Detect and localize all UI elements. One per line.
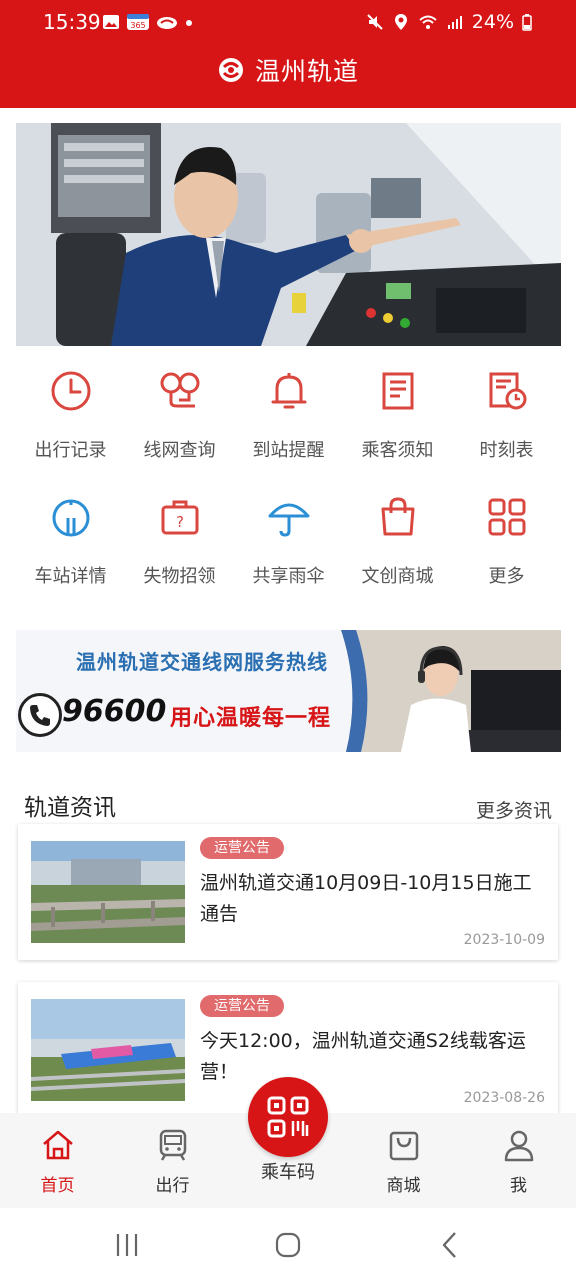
grid-label: 到站提醒 <box>252 440 325 461</box>
station-icon <box>52 499 89 537</box>
train-icon <box>159 1129 186 1161</box>
nav-label: 我 <box>510 1176 527 1196</box>
timetable-icon <box>489 372 526 410</box>
back-icon[interactable] <box>435 1230 465 1260</box>
nav-label: 出行 <box>155 1176 190 1196</box>
shopping-bag-icon <box>381 497 414 536</box>
banner-train-driver-image <box>16 123 561 346</box>
grid-label: 失物招领 <box>143 566 216 587</box>
gallery-icon <box>103 15 119 29</box>
news-date: 2023-10-09 <box>463 932 545 948</box>
wifi-icon <box>419 15 437 29</box>
hotline-number: 96600 <box>62 694 167 729</box>
more-news-link[interactable]: 更多资讯 <box>476 796 552 823</box>
grid-item-arrival-reminder[interactable]: 到站提醒 <box>234 360 343 472</box>
notification-dot-icon <box>186 20 192 26</box>
news-tag: 运营公告 <box>200 837 284 859</box>
nav-label: 商城 <box>386 1176 421 1196</box>
news-section-title: 轨道资讯 <box>24 795 116 821</box>
grid-item-station-details[interactable]: 车站详情 <box>16 486 125 598</box>
news-thumbnail <box>31 999 185 1101</box>
grid-item-network-query[interactable]: 线网查询 <box>125 360 234 472</box>
ride-qr-button[interactable] <box>248 1077 328 1157</box>
hotline-banner[interactable]: 温州轨道交通线网服务热线 96600 用心温暖每一程 <box>16 630 561 752</box>
umbrella-icon <box>268 503 309 537</box>
grid-label: 共享雨伞 <box>252 566 325 587</box>
grid-label: 文创商城 <box>361 566 434 587</box>
hero-banner[interactable] <box>16 123 561 346</box>
grid-label: 出行记录 <box>34 440 107 461</box>
grid-label: 车站详情 <box>34 566 107 587</box>
grid-item-shared-umbrella[interactable]: 共享雨伞 <box>234 486 343 598</box>
grid-item-lost-found[interactable]: ? 失物招领 <box>125 486 234 598</box>
home-button-icon[interactable] <box>273 1230 303 1260</box>
grid-item-creative-mall[interactable]: 文创商城 <box>343 486 452 598</box>
status-bar: 15:39 365 24% <box>0 0 576 48</box>
qr-code-icon <box>267 1096 309 1138</box>
hotline-slogan: 用心温暖每一程 <box>170 706 332 731</box>
clock-icon <box>51 371 90 411</box>
nav-travel[interactable]: 出行 <box>115 1113 230 1208</box>
grid-label: 线网查询 <box>143 440 216 461</box>
signal-icon <box>447 16 462 29</box>
train-photo <box>31 999 185 1101</box>
phone-icon <box>18 693 62 737</box>
wenzhou-metro-logo-icon <box>218 58 243 82</box>
mute-icon <box>367 14 383 30</box>
grid-item-passenger-notice[interactable]: 乘客须知 <box>343 360 452 472</box>
svg-text:365: 365 <box>130 21 145 30</box>
grid-label: 时刻表 <box>479 440 534 461</box>
calendar-app-icon: 365 <box>127 14 149 30</box>
nav-profile[interactable]: 我 <box>461 1113 576 1208</box>
nav-home[interactable]: 首页 <box>0 1113 115 1208</box>
grid-label: 乘客须知 <box>361 440 434 461</box>
location-icon <box>394 14 407 30</box>
news-title: 温州轨道交通10月09日-10月15日施工通告 <box>200 872 532 925</box>
news-title: 今天12:00，温州轨道交通S2线载客运营！ <box>200 1030 526 1083</box>
nav-mall[interactable]: 商城 <box>346 1113 461 1208</box>
news-card[interactable]: 运营公告 温州轨道交通10月09日-10月15日施工通告 2023-10-09 <box>18 824 558 960</box>
ride-qr-label: 乘车码 <box>261 1162 315 1183</box>
system-navigation-bar <box>0 1208 576 1280</box>
more-grid-icon <box>488 498 525 536</box>
app-header: 温州轨道 <box>0 50 576 90</box>
news-thumbnail <box>31 841 185 943</box>
recent-apps-icon[interactable] <box>112 1230 142 1260</box>
bell-icon <box>271 373 306 409</box>
function-grid: 出行记录 线网查询 到站提醒 乘客须知 时刻表 车站详情 ? 失物招领 共享雨伞… <box>16 360 561 598</box>
lost-found-bag-icon: ? <box>161 500 198 535</box>
grid-item-timetable[interactable]: 时刻表 <box>452 360 561 472</box>
status-time: 15:39 <box>43 10 101 34</box>
grid-label: 更多 <box>488 566 525 587</box>
news-date: 2023-08-26 <box>463 1090 545 1106</box>
status-right-icons: 24% <box>366 11 532 33</box>
notice-document-icon <box>382 372 413 410</box>
cloud-app-icon <box>157 17 177 29</box>
nav-label: 首页 <box>40 1176 75 1196</box>
route-map-icon <box>160 372 199 408</box>
app-title: 温州轨道 <box>254 57 359 86</box>
battery-level: 24% <box>471 11 514 33</box>
construction-photo <box>31 841 185 943</box>
top-bar: 15:39 365 24% 温州轨道 <box>0 0 576 108</box>
app-screen: 15:39 365 24% 温州轨道 出行记录 线网查询 到站提醒 乘客须知 时… <box>0 0 576 1280</box>
grid-item-more[interactable]: 更多 <box>452 486 561 598</box>
hotline-headline: 温州轨道交通线网服务热线 <box>76 650 328 674</box>
news-tag: 运营公告 <box>200 995 284 1017</box>
home-icon <box>42 1130 73 1160</box>
status-left-icons: 365 <box>102 13 194 31</box>
user-icon <box>504 1130 533 1162</box>
shop-bag-icon <box>389 1131 418 1161</box>
svg-text:?: ? <box>176 513 184 531</box>
battery-icon <box>522 14 532 31</box>
grid-item-travel-records[interactable]: 出行记录 <box>16 360 125 472</box>
